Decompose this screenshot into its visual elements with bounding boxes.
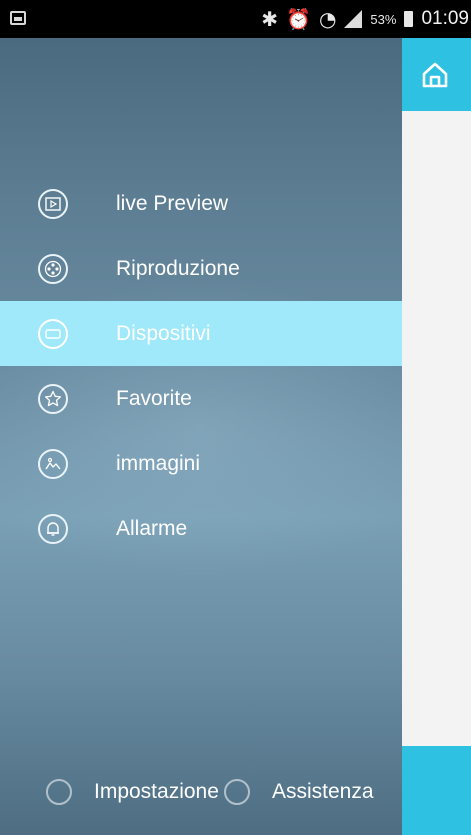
main-toolbar [402, 38, 471, 111]
main-content[interactable] [402, 38, 471, 835]
menu-item-label: Riproduzione [116, 256, 240, 280]
menu-item-alarm[interactable]: Allarme [0, 496, 402, 561]
battery-percent: 53% [370, 11, 397, 27]
device-icon [38, 318, 68, 349]
status-bar: ✱ ⏰ ◔ 53% 01:09 [0, 0, 471, 38]
settings-label: Impostazione [94, 780, 219, 803]
main-bottom-bar [402, 746, 471, 835]
menu-item-devices[interactable]: Dispositivi [0, 301, 402, 366]
menu-item-label: Favorite [116, 386, 192, 410]
navigation-drawer: live Preview Riproduzione Dispositivi Fa… [0, 38, 402, 835]
menu-item-label: Dispositivi [116, 321, 211, 345]
bluetooth-icon: ✱ [261, 7, 279, 31]
menu-item-favorites[interactable]: Favorite [0, 366, 402, 431]
menu-item-label: live Preview [116, 191, 229, 215]
drawer-menu: live Preview Riproduzione Dispositivi Fa… [0, 171, 402, 561]
menu-item-images[interactable]: immagini [0, 431, 402, 496]
help-label: Assistenza [272, 780, 374, 803]
battery-icon [404, 11, 414, 27]
menu-item-live-preview[interactable]: live Preview [0, 171, 402, 236]
image-icon [38, 448, 68, 479]
settings-button[interactable]: Impostazione [46, 749, 219, 835]
help-button[interactable]: Assistenza [224, 749, 374, 835]
menu-item-label: Allarme [116, 516, 188, 540]
star-icon [38, 383, 68, 414]
alarm-clock-icon: ⏰ [286, 7, 311, 31]
wifi-icon: ◔ [318, 7, 337, 31]
screenshot-notification-icon [10, 11, 26, 25]
help-icon [224, 779, 250, 805]
home-icon[interactable] [420, 60, 450, 90]
menu-item-label: immagini [116, 451, 201, 475]
film-reel-icon [38, 253, 68, 284]
bell-icon [38, 513, 68, 544]
signal-icon [344, 10, 363, 28]
video-player-icon [38, 188, 68, 219]
menu-item-playback[interactable]: Riproduzione [0, 236, 402, 301]
drawer-footer: Impostazione Assistenza [0, 749, 402, 835]
gear-icon [46, 779, 72, 805]
clock: 01:09 [421, 8, 469, 29]
